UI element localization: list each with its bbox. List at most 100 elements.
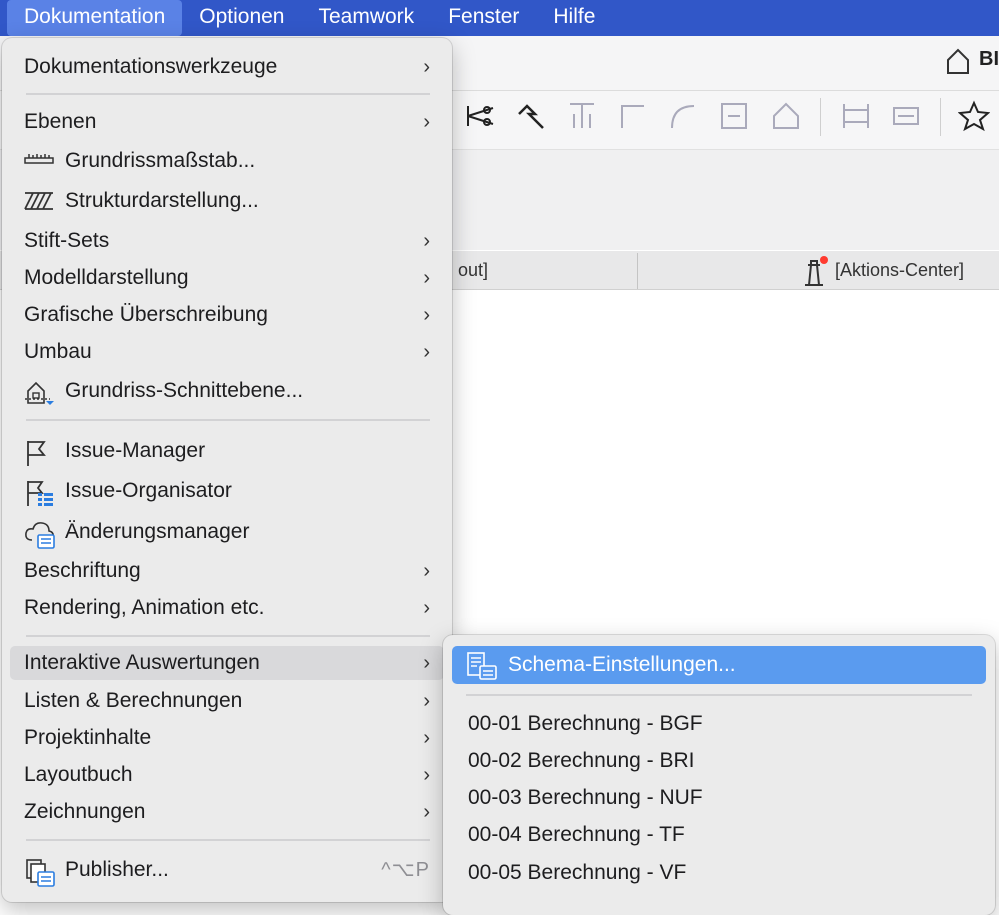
menu-item-label: Ebenen [24, 110, 97, 133]
flag-list-icon [24, 479, 53, 506]
submenu-item-berechnung-tf[interactable]: 00-04 Berechnung - TF [452, 816, 986, 854]
menu-item-label: Publisher... [65, 858, 169, 881]
chevron-right-icon: › [423, 267, 430, 289]
menu-bar: Dokumentation Optionen Teamwork Fenster … [0, 0, 999, 36]
menu-item-label: Grundrissmaßstab... [65, 149, 256, 172]
menu-item-modelldarstellung[interactable]: Modelldarstellung › [10, 261, 444, 295]
menu-item-label: Grafische Überschreibung [24, 303, 268, 326]
cloud-changes-icon [24, 520, 55, 549]
chevron-right-icon: › [423, 230, 430, 252]
menu-item-grafische-ueberschreibung[interactable]: Grafische Überschreibung › [10, 298, 444, 332]
schema-settings-icon [466, 652, 498, 693]
chevron-right-icon: › [423, 764, 430, 786]
menu-item-beschriftung[interactable]: Beschriftung › [10, 554, 444, 588]
menu-item-projektinhalte[interactable]: Projektinhalte › [10, 721, 444, 755]
menu-item-label: Projektinhalte [24, 726, 152, 749]
menu-item-label: Stift-Sets [24, 229, 110, 252]
chevron-right-icon: › [423, 690, 430, 712]
corner-tool-icon[interactable] [616, 100, 648, 132]
menu-item-label: Dokumentationswerkzeuge [24, 55, 278, 78]
chevron-right-icon: › [423, 801, 430, 823]
menu-item-label: Zeichnungen [24, 800, 146, 823]
menu-item-label: Layoutbuch [24, 763, 133, 786]
chevron-right-icon: › [423, 652, 430, 674]
toolbar-separator [820, 98, 821, 136]
menu-item-strukturdarstellung[interactable]: Strukturdarstellung... [10, 184, 444, 218]
menubar-fenster[interactable]: Fenster [431, 0, 536, 36]
menu-item-aenderungsmanager[interactable]: Änderungsmanager [10, 515, 444, 549]
chevron-right-icon: › [423, 560, 430, 582]
menu-item-interaktive-auswertungen[interactable]: Interaktive Auswertungen › [10, 646, 444, 680]
submenu-item-label: Schema-Einstellungen... [508, 653, 736, 676]
offset-tool-icon[interactable] [718, 100, 750, 132]
menu-separator [26, 635, 430, 637]
menu-item-label: Strukturdarstellung... [65, 189, 259, 212]
menu-separator [26, 93, 430, 95]
menu-item-label: Issue-Organisator [65, 479, 232, 502]
menu-item-stift-sets[interactable]: Stift-Sets › [10, 224, 444, 258]
menu-item-label: Interaktive Auswertungen [24, 651, 260, 674]
menu-item-issue-organisator[interactable]: Issue-Organisator [10, 474, 444, 508]
hatch-pattern-icon [24, 189, 53, 213]
toolbar-separator [940, 98, 941, 136]
floor-plan-cut-plane-icon [24, 379, 54, 405]
menu-item-grundriss-schnittebene[interactable]: Grundriss-Schnittebene... [10, 374, 444, 408]
submenu-item-berechnung-vf[interactable]: 00-05 Berechnung - VF [452, 854, 986, 892]
menu-item-rendering[interactable]: Rendering, Animation etc. › [10, 591, 444, 625]
menu-item-publisher[interactable]: Publisher... ^⌥P [10, 853, 444, 887]
home-icon [945, 47, 971, 80]
lighthouse-icon[interactable] [800, 255, 828, 292]
adjust-tool-icon[interactable] [515, 100, 547, 132]
elevate-tool-icon[interactable] [566, 100, 598, 132]
submenu-item-berechnung-bgf[interactable]: 00-01 Berechnung - BGF [452, 705, 986, 743]
chevron-right-icon: › [423, 304, 430, 326]
submenu-item-berechnung-nuf[interactable]: 00-03 Berechnung - NUF [452, 779, 986, 817]
dimension-tool-icon[interactable] [840, 100, 872, 132]
roof-tool-icon[interactable] [770, 100, 802, 132]
menu-item-label: Modelldarstellung [24, 266, 189, 289]
tab-divider [637, 253, 638, 289]
stretch-tool-icon[interactable] [890, 100, 922, 132]
menu-item-label: Beschriftung [24, 559, 141, 582]
chevron-right-icon: › [423, 341, 430, 363]
dokumentation-menu: Dokumentationswerkzeuge › Ebenen › Grund… [2, 38, 452, 902]
menu-item-grundrissmassstab[interactable]: Grundrissmaßstab... [10, 144, 444, 178]
menu-item-label: Änderungsmanager [65, 520, 250, 543]
chevron-right-icon: › [423, 111, 430, 133]
split-tool-icon[interactable] [465, 100, 497, 132]
keyboard-shortcut: ^⌥P [381, 859, 430, 881]
menu-item-layoutbuch[interactable]: Layoutbuch › [10, 758, 444, 792]
menubar-teamwork[interactable]: Teamwork [301, 0, 431, 36]
menu-item-listen-berechnungen[interactable]: Listen & Berechnungen › [10, 684, 444, 718]
scale-ruler-icon [24, 149, 54, 173]
menu-separator [26, 419, 430, 421]
menu-item-label: Listen & Berechnungen [24, 689, 243, 712]
tab-layout[interactable]: out] [458, 260, 488, 281]
fillet-tool-icon[interactable] [666, 100, 698, 132]
menu-item-label: Grundriss-Schnittebene... [65, 379, 304, 402]
menu-separator [466, 694, 972, 696]
menu-item-ebenen[interactable]: Ebenen › [10, 105, 444, 139]
action-center-label[interactable]: [Aktions-Center] [835, 260, 964, 281]
window-title: BI [979, 48, 999, 70]
submenu-item-schema-einstellungen[interactable]: Schema-Einstellungen... [452, 646, 986, 684]
menu-separator [26, 839, 430, 841]
menu-item-zeichnungen[interactable]: Zeichnungen › [10, 795, 444, 829]
menu-item-issue-manager[interactable]: Issue-Manager [10, 434, 444, 468]
star-icon[interactable] [957, 100, 991, 132]
menubar-hilfe[interactable]: Hilfe [536, 0, 612, 36]
chevron-right-icon: › [423, 56, 430, 78]
menu-item-label: Issue-Manager [65, 439, 206, 462]
menubar-optionen[interactable]: Optionen [182, 0, 301, 36]
menu-item-label: Umbau [24, 340, 92, 363]
menu-item-label: Rendering, Animation etc. [24, 596, 265, 619]
publisher-icon [24, 858, 55, 887]
menu-item-dokumentationswerkzeuge[interactable]: Dokumentationswerkzeuge › [10, 50, 444, 84]
interaktive-auswertungen-submenu: Schema-Einstellungen... 00-01 Berechnung… [443, 635, 995, 915]
menu-item-umbau[interactable]: Umbau › [10, 335, 444, 369]
chevron-right-icon: › [423, 597, 430, 619]
flag-icon [24, 439, 52, 466]
menubar-dokumentation[interactable]: Dokumentation [7, 0, 183, 36]
submenu-item-berechnung-bri[interactable]: 00-02 Berechnung - BRI [452, 742, 986, 780]
chevron-right-icon: › [423, 727, 430, 749]
